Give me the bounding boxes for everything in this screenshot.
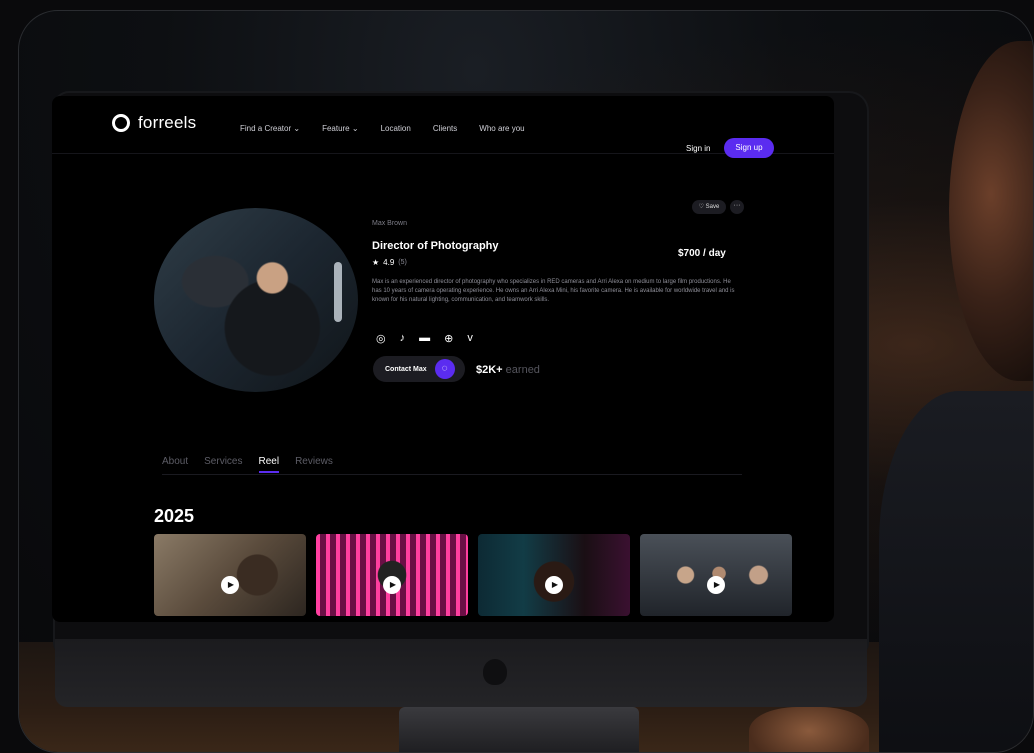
profile-tabs: About Services Reel Reviews xyxy=(162,456,333,473)
earned-value: $2K+ xyxy=(476,364,503,376)
top-nav: forreels Find a Creator ⌄ Feature ⌄ Loca… xyxy=(52,96,834,154)
reel-year: 2025 xyxy=(154,506,195,526)
globe-icon[interactable]: ⊕ xyxy=(444,332,453,345)
day-rate: $700 / day xyxy=(678,248,726,259)
save-button[interactable]: ♡ Save xyxy=(692,200,726,214)
reel-thumbnail[interactable]: ▶ xyxy=(478,534,630,616)
play-icon[interactable]: ▶ xyxy=(545,575,563,594)
monitor-chin xyxy=(55,639,867,707)
signin-link[interactable]: Sign in xyxy=(686,144,710,153)
brand-logo[interactable]: forreels xyxy=(112,113,196,133)
person-head xyxy=(949,41,1033,381)
reel-thumbnail[interactable]: ▶ xyxy=(316,534,468,616)
creator-role: Director of Photography xyxy=(372,240,499,252)
nav-links: Find a Creator ⌄ Feature ⌄ Location Clie… xyxy=(240,124,525,133)
tab-divider xyxy=(162,474,742,475)
creator-bio: Max is an experienced director of photog… xyxy=(372,279,735,303)
earned-label: earned xyxy=(505,364,540,376)
rating: ★ 4.9 (5) xyxy=(372,258,407,267)
reel-thumbnail[interactable]: ▶ xyxy=(154,534,306,616)
tiktok-icon[interactable]: ♪ xyxy=(400,332,406,345)
play-icon[interactable]: ▶ xyxy=(383,575,401,594)
rating-count: (5) xyxy=(398,259,407,266)
apple-logo xyxy=(483,659,507,685)
nav-feature[interactable]: Feature ⌄ xyxy=(322,124,359,133)
nav-clients[interactable]: Clients xyxy=(433,124,457,133)
social-links: ◎ ♪ ▬ ⊕ v xyxy=(376,332,473,345)
avatar-light xyxy=(334,262,342,322)
creator-name: Max Brown xyxy=(372,220,408,227)
play-icon[interactable]: ▶ xyxy=(707,575,725,594)
brand-name: forreels xyxy=(138,113,197,132)
person-hand xyxy=(749,707,869,752)
star-icon: ★ xyxy=(372,258,380,267)
nav-location[interactable]: Location xyxy=(381,124,411,133)
save-label: Save xyxy=(705,204,720,210)
avatar xyxy=(154,208,358,392)
tab-services[interactable]: Services xyxy=(204,456,242,473)
reel-thumbnail[interactable]: ▶ xyxy=(640,534,792,616)
tab-reviews[interactable]: Reviews xyxy=(295,456,333,473)
contact-button[interactable]: Contact Max ◌ xyxy=(373,356,465,382)
imdb-icon[interactable]: ▬ xyxy=(419,332,430,345)
logo-icon xyxy=(112,114,130,132)
nav-who-are-you[interactable]: Who are you xyxy=(479,124,524,133)
chat-icon: ◌ xyxy=(434,359,455,379)
signup-button[interactable]: Sign up xyxy=(724,138,774,158)
nav-find-creator[interactable]: Find a Creator ⌄ xyxy=(240,124,300,133)
monitor-screen: forreels Find a Creator ⌄ Feature ⌄ Loca… xyxy=(52,96,834,622)
reel-grid: ▶ ▶ ▶ ▶ xyxy=(154,534,792,616)
earned-stat: $2K+ earned xyxy=(476,364,540,376)
play-icon[interactable]: ▶ xyxy=(221,575,239,594)
rating-value: 4.9 xyxy=(383,258,395,267)
contact-label: Contact Max xyxy=(385,365,427,373)
tab-reel[interactable]: Reel xyxy=(258,456,280,473)
tab-about[interactable]: About xyxy=(162,456,188,473)
vimeo-icon[interactable]: v xyxy=(467,332,473,345)
more-button[interactable]: ··· xyxy=(730,200,744,214)
person-body xyxy=(879,391,1033,752)
instagram-icon[interactable]: ◎ xyxy=(376,332,386,345)
monitor-stand xyxy=(399,707,639,752)
